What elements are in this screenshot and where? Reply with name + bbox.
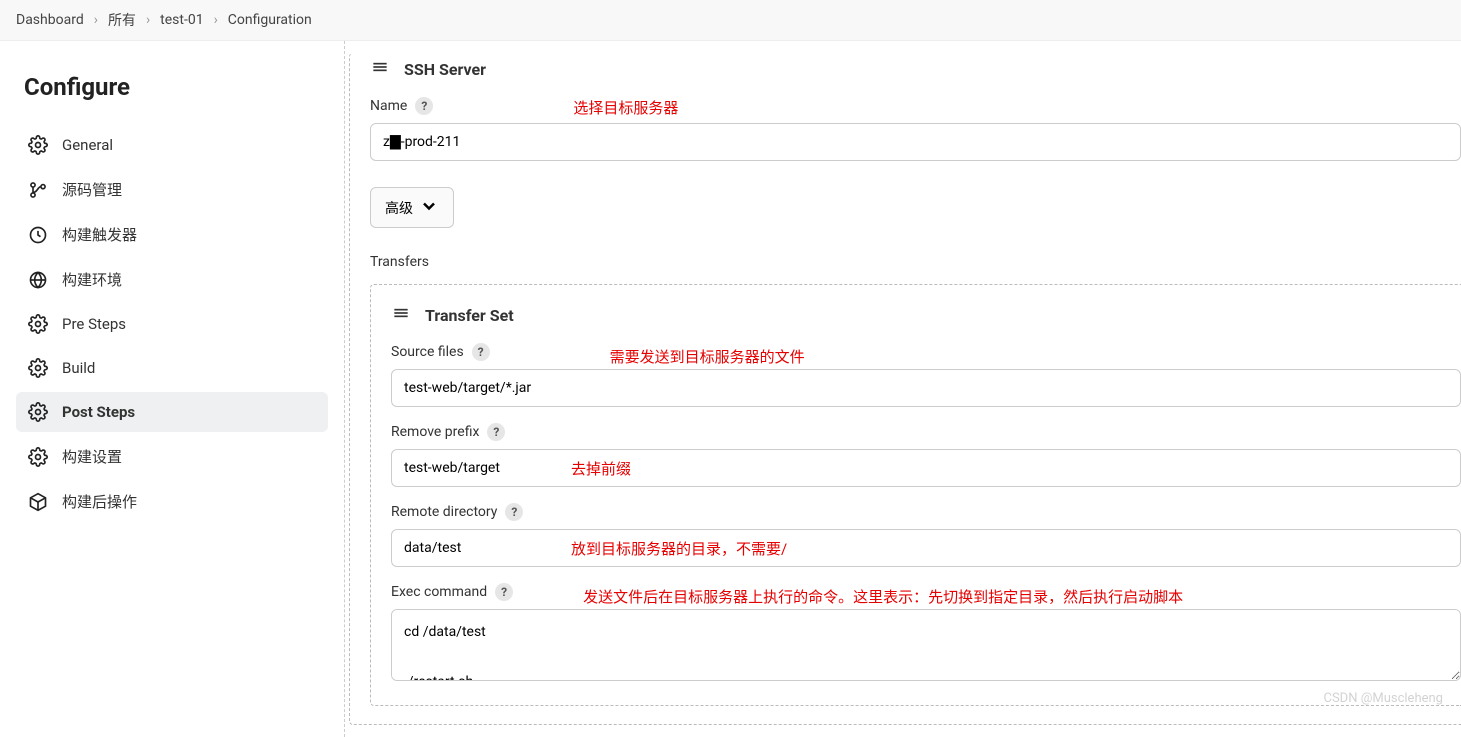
- breadcrumb-item[interactable]: Configuration: [228, 12, 312, 28]
- page-title: Configure: [24, 73, 320, 101]
- name-label: Name: [370, 98, 407, 114]
- remove-prefix-input[interactable]: [391, 449, 1461, 487]
- annotation-source: 需要发送到目标服务器的文件: [610, 346, 805, 367]
- sidebar-item-environment[interactable]: 构建环境: [16, 259, 328, 300]
- section-title: SSH Server: [404, 60, 486, 79]
- sidebar-item-build-settings[interactable]: 构建设置: [16, 436, 328, 477]
- help-icon[interactable]: ?: [415, 97, 433, 115]
- remote-directory-input[interactable]: [391, 529, 1461, 567]
- sidebar-item-post-build[interactable]: 构建后操作: [16, 481, 328, 522]
- globe-icon: [28, 270, 48, 290]
- ssh-name-input[interactable]: [370, 123, 1461, 161]
- sidebar-item-scm[interactable]: 源码管理: [16, 169, 328, 210]
- sidebar-item-label: 构建触发器: [62, 224, 137, 245]
- ssh-server-section: SSH Server Name ? 选择目标服务器 高级 Transfe: [349, 53, 1461, 725]
- remove-prefix-label: Remove prefix: [391, 424, 479, 440]
- annotation-name: 选择目标服务器: [573, 97, 678, 118]
- cube-icon: [28, 492, 48, 512]
- sidebar-item-label: General: [62, 136, 113, 154]
- gear-icon: [28, 314, 48, 334]
- sidebar-item-general[interactable]: General: [16, 125, 328, 165]
- exec-command-label: Exec command: [391, 584, 487, 600]
- sidebar-item-label: Pre Steps: [62, 315, 126, 333]
- sidebar-item-label: 构建设置: [62, 446, 122, 467]
- gear-icon: [28, 358, 48, 378]
- help-icon[interactable]: ?: [495, 583, 513, 601]
- remote-directory-label: Remote directory: [391, 504, 497, 520]
- branch-icon: [28, 180, 48, 200]
- sidebar-item-post-steps[interactable]: Post Steps: [16, 392, 328, 432]
- clock-icon: [28, 225, 48, 245]
- drag-handle-icon[interactable]: [391, 303, 411, 327]
- sidebar-item-label: 源码管理: [62, 179, 122, 200]
- source-files-label: Source files: [391, 344, 464, 360]
- advanced-button[interactable]: 高级: [370, 187, 454, 228]
- advanced-label: 高级: [385, 198, 413, 218]
- annotation-exec: 发送文件后在目标服务器上执行的命令。这里表示：先切换到指定目录，然后执行启动脚本: [583, 586, 1183, 607]
- breadcrumb-item[interactable]: test-01: [160, 12, 203, 28]
- drag-handle-icon[interactable]: [370, 57, 390, 81]
- sidebar-item-label: Build: [62, 359, 95, 377]
- main-content: SSH Server Name ? 选择目标服务器 高级 Transfe: [345, 41, 1461, 737]
- breadcrumb: Dashboard › 所有 › test-01 › Configuration: [0, 0, 1461, 41]
- watermark: CSDN @Muscleheng: [1323, 691, 1443, 706]
- breadcrumb-item[interactable]: 所有: [108, 10, 136, 30]
- gear-icon: [28, 135, 48, 155]
- help-icon[interactable]: ?: [487, 423, 505, 441]
- sidebar-item-triggers[interactable]: 构建触发器: [16, 214, 328, 255]
- help-icon[interactable]: ?: [472, 343, 490, 361]
- sidebar-item-build[interactable]: Build: [16, 348, 328, 388]
- gear-icon: [28, 402, 48, 422]
- source-files-input[interactable]: [391, 369, 1461, 407]
- sidebar-item-pre-steps[interactable]: Pre Steps: [16, 304, 328, 344]
- section-title: Transfer Set: [425, 306, 514, 325]
- transfer-set-section: Transfer Set Source files ? 需要发送到目标服务器的文…: [370, 284, 1461, 706]
- breadcrumb-item[interactable]: Dashboard: [16, 12, 84, 28]
- sidebar-item-label: 构建后操作: [62, 491, 137, 512]
- help-icon[interactable]: ?: [505, 503, 523, 521]
- exec-command-input[interactable]: [391, 609, 1461, 681]
- gear-icon: [28, 447, 48, 467]
- sidebar: Configure General 源码管理 构建触发器 构建环境: [0, 41, 345, 737]
- transfers-label: Transfers: [370, 254, 1461, 270]
- chevron-down-icon: [419, 196, 439, 219]
- sidebar-item-label: 构建环境: [62, 269, 122, 290]
- sidebar-item-label: Post Steps: [62, 403, 135, 421]
- chevron-right-icon: ›: [146, 12, 150, 28]
- chevron-right-icon: ›: [94, 12, 98, 28]
- chevron-right-icon: ›: [214, 12, 218, 28]
